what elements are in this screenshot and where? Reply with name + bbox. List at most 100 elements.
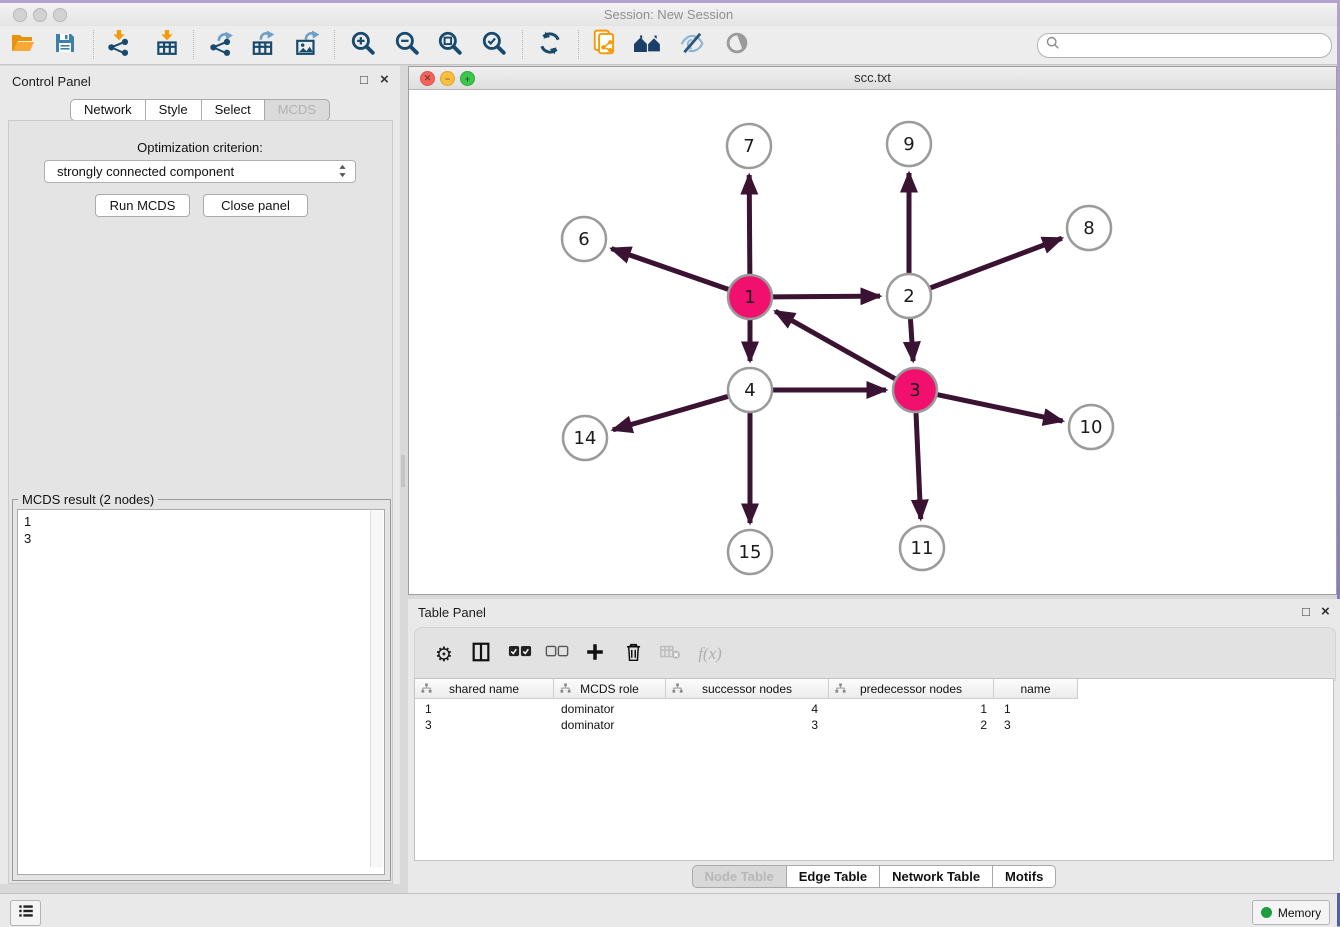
delete-table-button[interactable] bbox=[653, 637, 687, 671]
tab-select[interactable]: Select bbox=[202, 99, 265, 121]
column-header-name[interactable]: name bbox=[994, 679, 1078, 699]
zoom-selected-button[interactable] bbox=[476, 28, 512, 62]
hierarchy-icon bbox=[421, 683, 432, 697]
close-table-panel-icon[interactable]: × bbox=[1321, 603, 1330, 620]
network-view-window: ✕ − + scc.txt 7968124314101511 bbox=[408, 66, 1337, 595]
export-table-button[interactable] bbox=[245, 28, 281, 62]
refresh-icon bbox=[537, 30, 563, 61]
graph-edge-1-7[interactable] bbox=[749, 175, 750, 274]
column-header-predecessor-nodes[interactable]: predecessor nodes bbox=[829, 679, 994, 699]
network-window-title: scc.txt bbox=[409, 70, 1336, 85]
select-all-button[interactable] bbox=[503, 637, 537, 671]
toolbar-separator bbox=[578, 30, 579, 59]
column-header-mcds-role[interactable]: MCDS role bbox=[554, 679, 666, 699]
search-input[interactable] bbox=[1064, 38, 1318, 54]
tab-mcds[interactable]: MCDS bbox=[265, 99, 330, 121]
cell-mcds-role: dominator bbox=[561, 717, 661, 733]
graph-node-label: 2 bbox=[903, 286, 914, 307]
graph-node-label: 7 bbox=[743, 136, 754, 157]
zoom-fit-button[interactable] bbox=[432, 28, 468, 62]
graph-edge-4-14[interactable] bbox=[613, 396, 728, 429]
network-graph[interactable]: 7968124314101511 bbox=[409, 89, 1334, 592]
search-box[interactable] bbox=[1037, 33, 1332, 58]
unselect-all-button[interactable] bbox=[540, 637, 574, 671]
save-session-button[interactable] bbox=[47, 28, 83, 62]
delete-table-icon bbox=[658, 641, 682, 668]
graph-edge-3-1[interactable] bbox=[775, 311, 895, 378]
result-scrollbar[interactable] bbox=[370, 511, 383, 867]
table-panel: Table Panel □ × ⚙ bbox=[408, 599, 1340, 893]
column-header-successor-nodes[interactable]: successor nodes bbox=[666, 679, 829, 699]
float-table-panel-icon[interactable]: □ bbox=[1302, 604, 1310, 619]
mcds-result-title: MCDS result (2 nodes) bbox=[18, 492, 158, 507]
mcds-result-textarea[interactable]: 1 3 bbox=[17, 509, 385, 875]
cell-shared-name: 3 bbox=[425, 717, 545, 733]
tab-network[interactable]: Network bbox=[70, 99, 146, 121]
network-window-titlebar: ✕ − + scc.txt bbox=[409, 67, 1336, 90]
search-icon bbox=[1046, 36, 1060, 55]
fx-icon: f(x) bbox=[698, 644, 722, 664]
table-panel-tabs: Node Table Edge Table Network Table Moti… bbox=[408, 865, 1340, 888]
cell-shared-name: 1 bbox=[425, 701, 545, 717]
memory-button[interactable]: Memory bbox=[1252, 900, 1330, 925]
delete-column-button[interactable] bbox=[616, 637, 650, 671]
zoom-in-button[interactable] bbox=[345, 28, 381, 62]
cell-predecessor-nodes: 2 bbox=[829, 717, 987, 733]
birds-eye-view-button[interactable] bbox=[719, 28, 755, 62]
tab-network-table[interactable]: Network Table bbox=[880, 865, 993, 888]
graph-edge-1-2[interactable] bbox=[773, 296, 880, 297]
clone-network-icon bbox=[592, 29, 618, 62]
optimization-criterion-label: Optimization criterion: bbox=[0, 140, 400, 155]
graph-node-label: 11 bbox=[911, 538, 934, 559]
graph-edge-3-10[interactable] bbox=[938, 395, 1063, 421]
zoom-out-button[interactable] bbox=[389, 28, 425, 62]
export-network-icon bbox=[208, 30, 234, 61]
criterion-select[interactable]: strongly connected component bbox=[44, 160, 356, 183]
run-mcds-button[interactable]: Run MCDS bbox=[95, 194, 190, 217]
apply-layout-button[interactable] bbox=[532, 28, 568, 62]
float-panel-icon[interactable]: □ bbox=[360, 72, 368, 87]
memory-status-dot bbox=[1261, 907, 1272, 918]
create-column-button[interactable] bbox=[578, 637, 612, 671]
show-hide-graphics-button[interactable] bbox=[674, 28, 710, 62]
show-columns-button[interactable] bbox=[464, 637, 498, 671]
hierarchy-icon bbox=[560, 683, 571, 697]
table-settings-button[interactable]: ⚙ bbox=[427, 637, 461, 671]
import-table-icon bbox=[154, 30, 180, 61]
import-network-button[interactable] bbox=[101, 28, 137, 62]
tab-edge-table[interactable]: Edge Table bbox=[787, 865, 880, 888]
function-builder-button[interactable]: f(x) bbox=[693, 637, 727, 671]
close-panel-icon[interactable]: × bbox=[380, 71, 389, 88]
zoom-in-icon bbox=[350, 30, 376, 61]
criterion-selected-value: strongly connected component bbox=[57, 164, 234, 179]
graph-edge-2-3[interactable] bbox=[910, 319, 913, 361]
tab-style[interactable]: Style bbox=[146, 99, 202, 121]
toolbar-separator bbox=[334, 30, 335, 59]
column-header-shared-name[interactable]: shared name bbox=[415, 679, 554, 699]
import-table-button[interactable] bbox=[149, 28, 185, 62]
clone-network-button[interactable] bbox=[587, 28, 623, 62]
tab-node-table[interactable]: Node Table bbox=[692, 865, 787, 888]
zoom-fit-icon bbox=[437, 30, 463, 61]
splitter-handle-vertical[interactable] bbox=[401, 455, 405, 487]
graph-edge-2-8[interactable] bbox=[931, 238, 1062, 288]
application-window: Session: New Session bbox=[0, 3, 1337, 926]
hierarchy-icon bbox=[672, 683, 683, 697]
change-network-view-button[interactable] bbox=[630, 28, 666, 62]
close-panel-button[interactable]: Close panel bbox=[203, 194, 308, 217]
graph-edge-1-6[interactable] bbox=[611, 249, 728, 290]
graph-node-label: 9 bbox=[903, 134, 914, 155]
export-image-button[interactable] bbox=[289, 28, 325, 62]
graph-edge-3-11[interactable] bbox=[916, 413, 921, 519]
export-network-button[interactable] bbox=[203, 28, 239, 62]
cell-name: 3 bbox=[1004, 717, 1064, 733]
table-toolbar: ⚙ f(x) bbox=[414, 627, 1336, 681]
gear-icon: ⚙ bbox=[435, 642, 453, 666]
tab-motifs[interactable]: Motifs bbox=[993, 865, 1056, 888]
houses-icon bbox=[633, 31, 663, 60]
open-session-button[interactable] bbox=[5, 28, 41, 62]
cell-successor-nodes: 4 bbox=[666, 701, 818, 717]
task-history-button[interactable] bbox=[10, 900, 41, 926]
table-panel-title: Table Panel bbox=[418, 605, 486, 620]
cell-mcds-role: dominator bbox=[561, 701, 661, 717]
